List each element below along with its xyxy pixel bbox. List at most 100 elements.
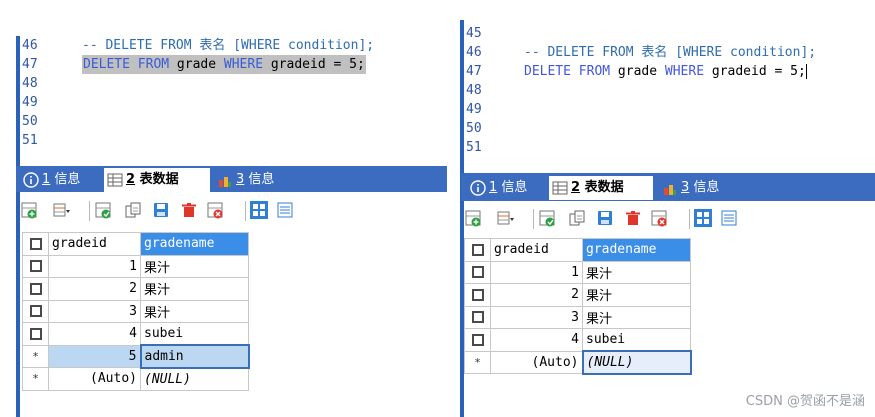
column-header-gradename[interactable]: gradename [140, 232, 249, 256]
tab-info-1[interactable]: 1 信息 [20, 168, 80, 192]
code-line[interactable]: 48 [464, 81, 875, 100]
line-number: 46 [466, 45, 482, 60]
select-all-checkbox[interactable] [22, 232, 49, 256]
dropdown-grid-icon[interactable] [50, 201, 74, 219]
table-row[interactable]: 2 果汁 [464, 283, 691, 307]
cell-gradeid[interactable]: (Auto) [48, 367, 141, 391]
table-row[interactable]: 4 subei [464, 328, 691, 352]
code-line[interactable]: 49 [20, 93, 447, 112]
cell-gradeid[interactable]: (Auto) [490, 350, 583, 374]
cell-gradename[interactable]: 果汁 [582, 305, 691, 329]
row-marker[interactable] [464, 283, 491, 307]
cancel-icon[interactable] [206, 201, 224, 219]
cell-gradename[interactable]: subei [582, 328, 691, 352]
tab-table-data[interactable]: 2 表数据 [549, 176, 653, 200]
row-marker[interactable] [22, 254, 49, 278]
cell-gradeid[interactable]: 1 [490, 260, 583, 284]
delete-icon[interactable] [180, 201, 198, 219]
row-marker[interactable] [22, 322, 49, 346]
sql-editor[interactable]: 46 -- DELETE FROM 表名 [WHERE condition]; 47… [20, 36, 447, 160]
grid-view-icon[interactable] [694, 209, 712, 227]
table-row[interactable]: 2 果汁 [22, 277, 249, 301]
cell-gradename[interactable]: 果汁 [140, 277, 249, 301]
save-icon[interactable] [596, 209, 614, 227]
cell-gradename[interactable]: subei [140, 322, 249, 346]
tab-info-1[interactable]: 1 信息 [467, 176, 527, 200]
add-row-icon[interactable] [20, 201, 38, 219]
tab-table-data[interactable]: 2 表数据 [104, 168, 210, 192]
delete-icon[interactable] [624, 209, 642, 227]
table-row[interactable]: 3 果汁 [464, 305, 691, 329]
table-row[interactable]: 1 果汁 [464, 260, 691, 284]
code-line[interactable]: 51 [20, 131, 447, 150]
cell-gradename[interactable]: (NULL) [140, 367, 249, 391]
cell-gradename[interactable]: 果汁 [582, 260, 691, 284]
duplicate-row-icon[interactable] [94, 201, 112, 219]
cell-gradeid[interactable]: 2 [490, 283, 583, 307]
cell-gradename[interactable]: 果汁 [140, 254, 249, 278]
column-header-gradeid[interactable]: gradeid [48, 232, 141, 256]
select-all-checkbox[interactable] [464, 238, 491, 262]
code-line[interactable]: 50 [20, 112, 447, 131]
row-marker[interactable]: * [464, 350, 491, 374]
grid-view-icon[interactable] [250, 201, 268, 219]
table-row[interactable]: 3 果汁 [22, 299, 249, 323]
cell-gradeid[interactable]: 4 [490, 328, 583, 352]
cell-gradeid[interactable]: 4 [48, 322, 141, 346]
cell-gradename[interactable]: 果汁 [140, 299, 249, 323]
result-grid: gradeid gradename 1 果汁 2 果汁 3 果汁 4 subei * (Auto) (N… [464, 238, 692, 375]
save-icon[interactable] [152, 201, 170, 219]
code-text: -- DELETE FROM 表名 [WHERE condition]; [82, 36, 374, 55]
toolbar-separator [689, 209, 690, 229]
code-line[interactable]: 47 DELETE FROM grade WHERE gradeid = 5; [20, 55, 447, 74]
cell-gradename[interactable]: 果汁 [582, 283, 691, 307]
row-marker[interactable] [22, 299, 49, 323]
sql-text: grade [169, 57, 224, 72]
cell-gradeid[interactable]: 1 [48, 254, 141, 278]
code-line[interactable]: 46 -- DELETE FROM 表名 [WHERE condition]; [464, 43, 875, 62]
copy-icon[interactable] [124, 201, 142, 219]
code-line[interactable]: 51 [464, 138, 875, 157]
column-header-gradeid[interactable]: gradeid [490, 238, 583, 262]
checkbox-icon [29, 237, 42, 250]
code-line[interactable]: 45 [464, 24, 875, 43]
form-view-icon[interactable] [276, 201, 294, 219]
table-row[interactable]: 4 subei [22, 322, 249, 346]
tab-info-3[interactable]: 3 信息 [214, 168, 274, 192]
row-marker[interactable] [464, 260, 491, 284]
cell-gradeid[interactable]: 3 [48, 299, 141, 323]
table-row[interactable]: * (Auto) (NULL) [464, 350, 692, 375]
row-marker[interactable]: * [22, 344, 49, 368]
checkbox-icon [471, 266, 484, 279]
add-row-icon[interactable] [464, 209, 482, 227]
cell-gradeid[interactable]: 3 [490, 305, 583, 329]
watermark: CSDN @贺函不是涵 [745, 394, 865, 409]
cancel-icon[interactable] [650, 209, 668, 227]
dropdown-grid-icon[interactable] [494, 209, 518, 227]
tab-info-3[interactable]: 3 信息 [659, 176, 719, 200]
code-line[interactable]: 50 [464, 119, 875, 138]
table-row[interactable]: * (Auto) (NULL) [22, 367, 249, 391]
cell-gradeid[interactable]: 2 [48, 277, 141, 301]
row-marker[interactable] [464, 328, 491, 352]
code-line[interactable]: 49 [464, 100, 875, 119]
code-line[interactable]: 48 [20, 74, 447, 93]
copy-icon[interactable] [568, 209, 586, 227]
form-view-icon[interactable] [720, 209, 738, 227]
code-line[interactable]: 47 DELETE FROM grade WHERE gradeid = 5; [464, 62, 875, 81]
row-marker[interactable]: * [22, 367, 49, 391]
code-line[interactable]: 46 -- DELETE FROM 表名 [WHERE condition]; [20, 36, 447, 55]
cell-gradename[interactable]: admin [139, 344, 250, 369]
table-row[interactable]: 1 果汁 [22, 254, 249, 278]
sql-editor[interactable]: 45 46 -- DELETE FROM 表名 [WHERE condition];… [464, 24, 875, 160]
cell-gradeid[interactable]: 5 [48, 344, 141, 368]
table-icon [107, 173, 123, 187]
table-row[interactable]: * 5 admin [22, 344, 250, 369]
checkbox-icon [29, 327, 42, 340]
row-marker[interactable] [464, 305, 491, 329]
cell-gradename[interactable]: (NULL) [581, 350, 692, 375]
row-marker[interactable] [22, 277, 49, 301]
duplicate-row-icon[interactable] [538, 209, 556, 227]
column-header-gradename[interactable]: gradename [582, 238, 691, 262]
